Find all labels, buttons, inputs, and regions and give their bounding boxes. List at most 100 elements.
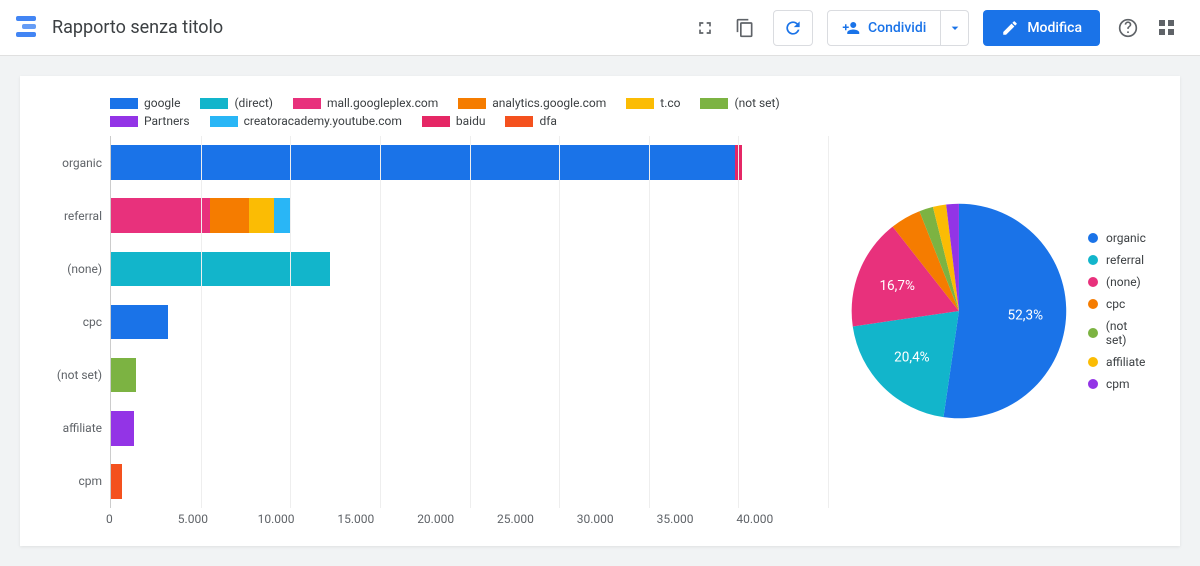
legend-swatch: [110, 116, 138, 127]
legend-label: (direct): [234, 96, 273, 110]
x-axis-tick: 10.000: [258, 512, 338, 526]
y-axis-label: referral: [50, 189, 110, 242]
legend-label: (not set): [734, 96, 779, 110]
edit-label: Modifica: [1027, 20, 1082, 36]
report-title[interactable]: Rapporto senza titolo: [52, 17, 223, 38]
pie-legend-item[interactable]: organic: [1088, 231, 1150, 245]
x-axis-tick: 15.000: [337, 512, 417, 526]
bar-segment[interactable]: [111, 252, 330, 287]
y-axis-label: (none): [50, 242, 110, 295]
bar-legend-item[interactable]: baidu: [422, 114, 486, 128]
fullscreen-icon[interactable]: [687, 10, 723, 46]
x-axis-tick: 40.000: [736, 512, 816, 526]
legend-swatch: [1088, 357, 1098, 367]
pencil-icon: [1001, 19, 1019, 37]
legend-label: organic: [1106, 231, 1146, 245]
legend-label: t.co: [660, 96, 680, 110]
bar-legend-item[interactable]: (not set): [700, 96, 779, 110]
bar-segment[interactable]: [111, 198, 210, 233]
bar-legend-item[interactable]: analytics.google.com: [458, 96, 606, 110]
legend-swatch: [200, 98, 228, 109]
bar-segment[interactable]: [111, 305, 168, 340]
legend-label: referral: [1106, 253, 1144, 267]
pie-chart[interactable]: 52,3%20,4%16,7% organicreferral(none)cpc…: [846, 96, 1150, 526]
refresh-button[interactable]: [773, 10, 813, 46]
y-axis-label: affiliate: [50, 402, 110, 455]
share-button[interactable]: Condividi: [827, 10, 941, 46]
x-axis-tick: 0: [106, 512, 186, 526]
pie-legend-item[interactable]: referral: [1088, 253, 1150, 267]
pie-slice-label: 16,7%: [880, 278, 916, 294]
pie-legend-item[interactable]: affiliate: [1088, 355, 1150, 369]
person-add-icon: [842, 19, 860, 37]
bar-legend-item[interactable]: google: [110, 96, 180, 110]
app-logo: [16, 16, 40, 40]
legend-swatch: [1088, 277, 1098, 287]
legend-swatch: [293, 98, 321, 109]
bar-legend-item[interactable]: dfa: [505, 114, 556, 128]
pie-slice[interactable]: [944, 204, 1067, 419]
x-axis-tick: 35.000: [657, 512, 737, 526]
pie-plot-area: 52,3%20,4%16,7%: [846, 196, 1072, 426]
pie-legend-item[interactable]: cpc: [1088, 297, 1150, 311]
legend-label: cpm: [1106, 377, 1130, 391]
legend-label: affiliate: [1106, 355, 1145, 369]
legend-label: mall.googleplex.com: [327, 96, 438, 110]
legend-swatch: [626, 98, 654, 109]
y-axis-label: (not set): [50, 349, 110, 402]
bar-legend-item[interactable]: t.co: [626, 96, 680, 110]
legend-swatch: [505, 116, 533, 127]
pie-legend-item[interactable]: (none): [1088, 275, 1150, 289]
x-axis-tick: 20.000: [417, 512, 497, 526]
legend-label: (not set): [1106, 319, 1150, 347]
help-icon[interactable]: [1110, 10, 1146, 46]
topbar: Rapporto senza titolo Condividi Modifica: [0, 0, 1200, 56]
legend-swatch: [700, 98, 728, 109]
legend-label: dfa: [539, 114, 556, 128]
legend-label: creatoracademy.youtube.com: [244, 114, 402, 128]
legend-label: baidu: [456, 114, 486, 128]
pie-legend-item[interactable]: cpm: [1088, 377, 1150, 391]
legend-swatch: [210, 116, 238, 127]
bar-segment[interactable]: [111, 145, 735, 180]
share-label: Condividi: [868, 20, 926, 36]
bar-segment[interactable]: [274, 198, 290, 233]
y-axis-label: cpm: [50, 455, 110, 508]
legend-swatch: [1088, 328, 1098, 338]
share-dropdown-button[interactable]: [941, 10, 969, 46]
chevron-down-icon: [947, 20, 963, 36]
bar-segment[interactable]: [111, 358, 136, 393]
bar-legend-item[interactable]: Partners: [110, 114, 190, 128]
legend-label: (none): [1106, 275, 1141, 289]
share-button-group: Condividi: [827, 10, 969, 46]
legend-label: google: [144, 96, 180, 110]
x-axis-tick: 30.000: [577, 512, 657, 526]
bar-segment[interactable]: [111, 464, 122, 499]
bar-segment[interactable]: [111, 411, 134, 446]
bar-legend-item[interactable]: creatoracademy.youtube.com: [210, 114, 402, 128]
legend-swatch: [422, 116, 450, 127]
apps-icon[interactable]: [1148, 10, 1184, 46]
pie-legend-item[interactable]: (not set): [1088, 319, 1150, 347]
bar-segment[interactable]: [210, 198, 249, 233]
bar-segment[interactable]: [249, 198, 274, 233]
bar-legend-item[interactable]: (direct): [200, 96, 273, 110]
legend-swatch: [1088, 255, 1098, 265]
bar-chart[interactable]: google (direct) mall.googleplex.com analyti…: [50, 96, 828, 526]
copy-icon[interactable]: [727, 10, 763, 46]
legend-swatch: [1088, 379, 1098, 389]
legend-swatch: [1088, 233, 1098, 243]
edit-button[interactable]: Modifica: [983, 10, 1100, 46]
bar-legend-item[interactable]: mall.googleplex.com: [293, 96, 438, 110]
bar-x-axis: 05.00010.00015.00020.00025.00030.00035.0…: [110, 508, 828, 526]
pie-slice-label: 20,4%: [894, 350, 930, 366]
report-canvas: google (direct) mall.googleplex.com analyti…: [20, 76, 1180, 546]
bar-legend: google (direct) mall.googleplex.com analyti…: [50, 96, 828, 128]
y-axis-label: organic: [50, 136, 110, 189]
legend-label: cpc: [1106, 297, 1125, 311]
bar-plot-area: [110, 136, 828, 508]
x-axis-tick: 5.000: [178, 512, 258, 526]
y-axis-label: cpc: [50, 295, 110, 348]
legend-swatch: [1088, 299, 1098, 309]
legend-swatch: [110, 98, 138, 109]
